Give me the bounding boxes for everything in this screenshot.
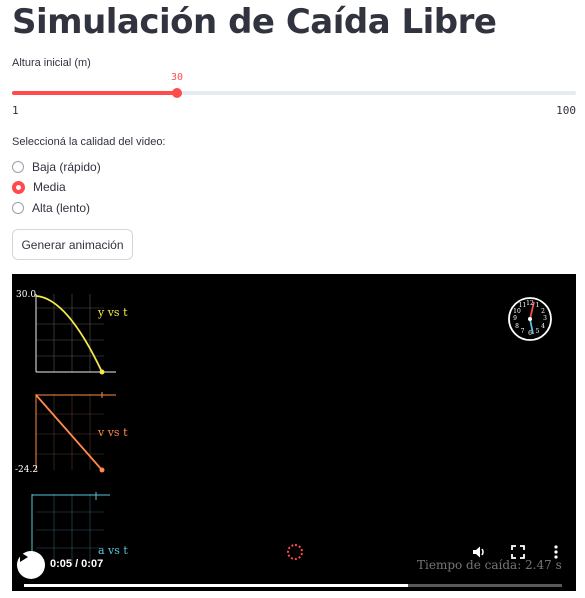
page-title: Simulación de Caída Libre	[12, 2, 497, 42]
height-slider[interactable]	[12, 88, 576, 98]
position-graph-label: y vs t	[98, 306, 128, 319]
slider-min-label: 1	[12, 104, 19, 117]
velocity-marker	[99, 467, 105, 473]
slider-max-label: 100	[556, 104, 576, 117]
velocity-min-label: -24.2	[15, 465, 39, 475]
video-progress-fill	[24, 584, 409, 587]
clock-number: 3	[543, 315, 547, 322]
radio-circle	[12, 161, 24, 173]
position-marker	[99, 369, 105, 375]
position-curve	[35, 295, 103, 373]
video-controls: 0:05 / 0:07	[12, 543, 576, 591]
volume-icon[interactable]	[470, 543, 488, 561]
play-icon	[20, 552, 28, 562]
video-progress-bar[interactable]	[24, 584, 562, 587]
slider-label: Altura inicial (m)	[12, 57, 91, 69]
radio-quality-high[interactable]: Alta (lento)	[12, 199, 90, 217]
radio-label: Baja (rápido)	[32, 160, 101, 174]
position-graph	[35, 294, 104, 372]
more-vertical-icon[interactable]	[547, 543, 565, 561]
slider-thumb[interactable]	[172, 88, 183, 98]
radio-quality-medium[interactable]: Media	[12, 178, 66, 196]
radio-quality-low[interactable]: Baja (rápido)	[12, 158, 101, 176]
clock-number: 8	[515, 322, 519, 330]
position-max-label: 30.0	[16, 290, 37, 300]
generate-animation-button[interactable]: Generar animación	[12, 229, 133, 260]
radio-circle	[12, 202, 24, 214]
slider-current-value: 30	[171, 72, 184, 83]
clock-number: 11	[518, 302, 527, 309]
fullscreen-icon[interactable]	[509, 543, 527, 561]
radio-label: Media	[33, 180, 66, 194]
play-button[interactable]	[17, 551, 45, 579]
video-time: 0:05 / 0:07	[50, 558, 104, 570]
quality-label: Seleccioná la calidad del video:	[12, 136, 166, 148]
velocity-graph-label: v vs t	[98, 426, 128, 439]
velocity-line	[35, 394, 103, 471]
clock-number: 2	[541, 307, 545, 315]
radio-circle	[12, 180, 25, 194]
video-player[interactable]: 30.0 y vs t v vs t -24.2 a vs t Tiempo d…	[12, 274, 576, 591]
clock-number: 9	[513, 315, 517, 322]
slider-fill	[12, 91, 178, 95]
radio-label: Alta (lento)	[32, 201, 91, 215]
